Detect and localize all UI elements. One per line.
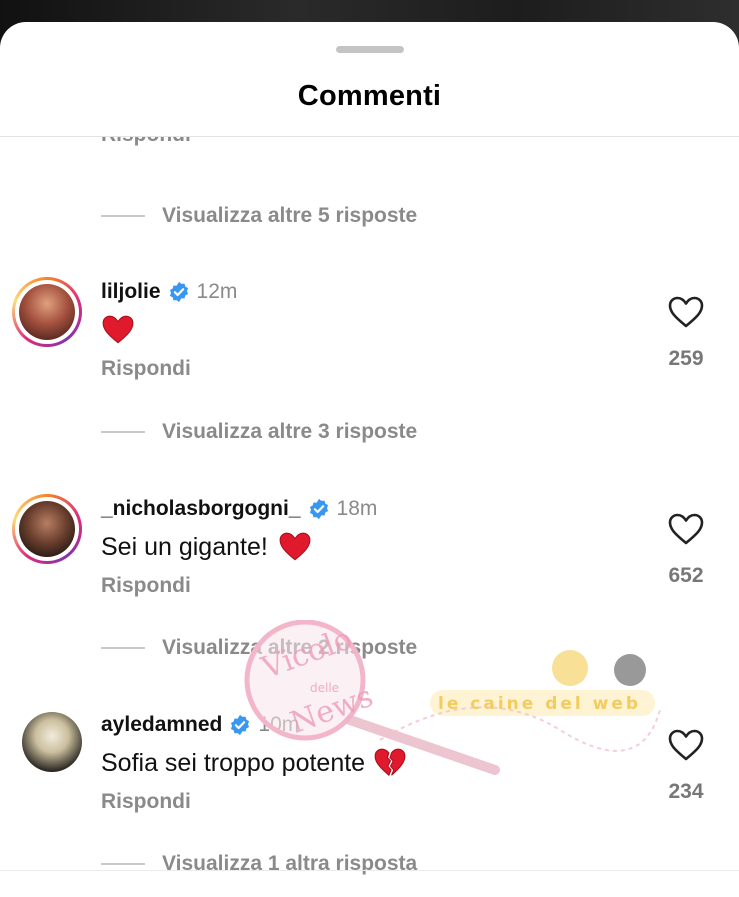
red-heart-icon — [102, 315, 134, 344]
reply-link[interactable]: Rispondi — [101, 790, 191, 814]
comment-body: Sei un gigante! — [101, 532, 268, 561]
comment-body: Sofia sei troppo potente — [101, 748, 366, 777]
comment-item: _nicholasborgogni_ 18m Sei un gigante! R… — [0, 494, 739, 654]
view-replies-label: Visualizza altre 5 risposte — [162, 204, 418, 227]
view-replies-button[interactable]: Visualizza altre 5 risposte — [101, 200, 417, 232]
username[interactable]: ayledamned — [101, 713, 222, 737]
divider-line — [101, 647, 145, 649]
comment-text: Sofia sei troppo potente — [101, 746, 407, 780]
comment-item: liljolie 12m Rispondi 259 — [0, 277, 739, 437]
heart-outline-icon[interactable] — [667, 295, 705, 329]
view-replies-button[interactable]: Visualizza 1 altra risposta — [101, 848, 417, 880]
divider-line — [101, 215, 145, 217]
avatar-image — [19, 501, 75, 557]
avatar[interactable] — [12, 494, 82, 564]
divider-line — [101, 863, 145, 865]
view-replies-label: Visualizza altre 3 risposte — [162, 420, 418, 443]
divider-line — [101, 431, 145, 433]
view-replies-label: Visualizza 1 altra risposta — [162, 852, 418, 875]
verified-badge-icon — [309, 498, 328, 520]
avatar[interactable] — [22, 712, 82, 772]
comment-time: 18m — [336, 497, 378, 520]
comment-text — [101, 313, 135, 347]
reply-link[interactable]: Rispondi — [101, 137, 191, 147]
avatar-image — [19, 284, 75, 340]
verified-badge-icon — [231, 714, 250, 736]
like-count: 259 — [668, 347, 704, 370]
comment-time: 12m — [196, 280, 238, 303]
view-replies-button[interactable]: Visualizza altre 3 risposte — [101, 416, 417, 448]
verified-badge-icon — [169, 281, 188, 303]
heart-outline-icon[interactable] — [667, 728, 705, 762]
like-count: 652 — [668, 564, 704, 587]
drag-handle[interactable] — [336, 46, 404, 53]
comments-list[interactable]: Rispondi Visualizza altre 5 risposte lil… — [0, 137, 739, 897]
avatar[interactable] — [12, 277, 82, 347]
reply-link[interactable]: Rispondi — [101, 574, 191, 598]
heart-outline-icon[interactable] — [667, 512, 705, 546]
reply-link[interactable]: Rispondi — [101, 357, 191, 381]
comment-item: ayledamned 10m Sofia sei troppo potente … — [0, 710, 739, 870]
comments-sheet: Commenti Rispondi Visualizza altre 5 ris… — [0, 22, 739, 897]
view-replies-label: Visualizza altre 2 risposte — [162, 636, 418, 659]
comment-time: 10m — [258, 713, 300, 736]
like-count: 234 — [668, 780, 704, 803]
comment-text: Sei un gigante! — [101, 530, 312, 564]
username[interactable]: liljolie — [101, 280, 161, 304]
sheet-title: Commenti — [297, 80, 442, 112]
view-replies-button[interactable]: Visualizza altre 2 risposte — [101, 632, 417, 664]
bottom-divider — [0, 870, 739, 871]
red-heart-icon — [279, 532, 311, 561]
username[interactable]: _nicholasborgogni_ — [101, 497, 301, 521]
broken-heart-icon — [374, 748, 406, 777]
